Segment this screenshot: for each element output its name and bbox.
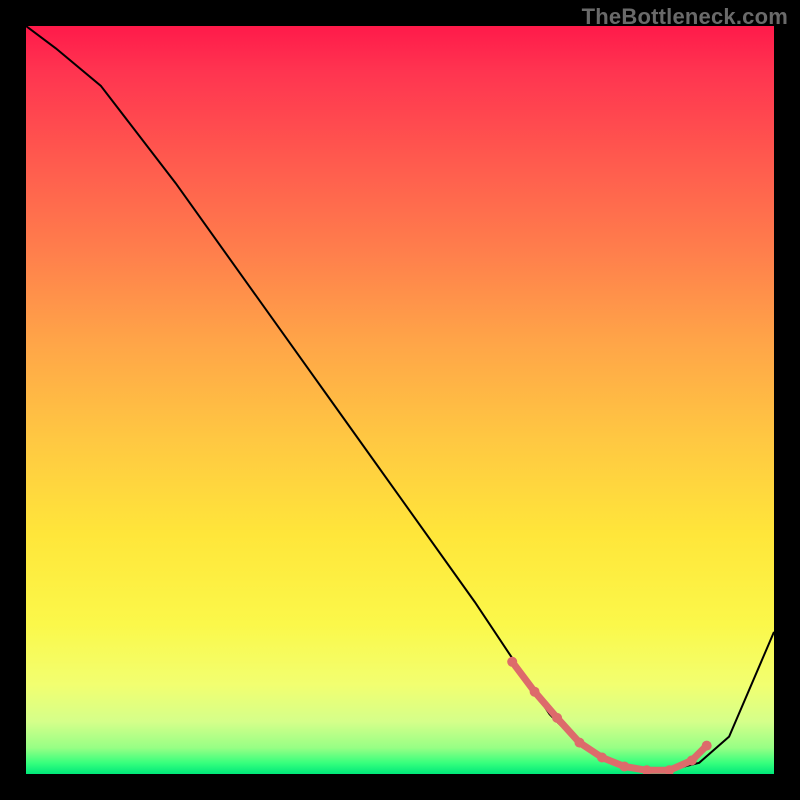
chart-svg <box>26 26 774 774</box>
highlight-dot <box>507 657 517 667</box>
highlight-dot <box>619 762 629 772</box>
highlight-dot <box>530 687 540 697</box>
highlight-dot <box>597 753 607 763</box>
highlight-dot <box>702 741 712 751</box>
chart-frame <box>26 26 774 774</box>
low-bottleneck-highlight <box>507 657 712 774</box>
watermark-text: TheBottleneck.com <box>582 4 788 30</box>
highlight-dot <box>687 756 697 766</box>
bottleneck-curve <box>26 26 774 770</box>
highlight-dot <box>575 738 585 748</box>
highlight-path <box>512 662 707 771</box>
highlight-dot <box>552 713 562 723</box>
